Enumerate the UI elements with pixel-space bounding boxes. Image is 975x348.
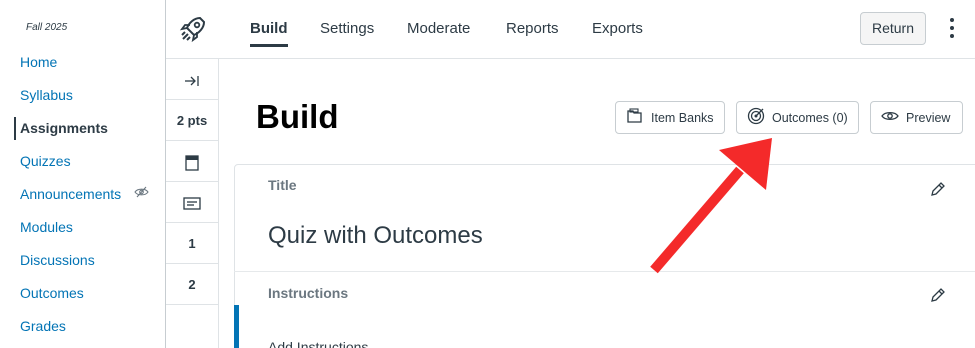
eye-slash-icon: [134, 178, 149, 211]
nav-outcomes[interactable]: Outcomes: [0, 277, 165, 310]
card-divider: [234, 271, 975, 272]
tab-reports[interactable]: Reports: [506, 20, 559, 37]
quiz-topbar: Build Settings Moderate Reports Exports …: [166, 0, 975, 59]
nav-home[interactable]: Home: [0, 46, 165, 79]
points-total: 2 pts: [166, 100, 218, 141]
outcomes-button[interactable]: Outcomes (0): [736, 101, 859, 134]
outcomes-label: Outcomes (0): [772, 110, 848, 125]
quiz-content-card: [234, 164, 975, 348]
tab-build[interactable]: Build: [250, 20, 288, 47]
nav-quizzes[interactable]: Quizzes: [0, 145, 165, 178]
page-title: Build: [256, 98, 339, 135]
instructions-label: Instructions: [268, 285, 349, 301]
quiz-title[interactable]: Quiz with Outcomes: [268, 222, 483, 250]
edit-instructions-pencil-icon[interactable]: [930, 287, 946, 303]
nav-modules[interactable]: Modules: [0, 211, 165, 244]
course-nav-list: Home Syllabus Assignments Quizzes Announ…: [0, 46, 165, 343]
preview-label: Preview: [906, 110, 951, 125]
stimulus-icon[interactable]: [166, 141, 218, 182]
item-banks-button[interactable]: Item Banks: [615, 101, 725, 134]
question-2-link[interactable]: 2: [166, 264, 218, 305]
rocket-icon: [176, 12, 210, 46]
instructions-focus-bar: [234, 305, 239, 348]
title-label: Title: [268, 177, 297, 193]
folder-icon: [626, 108, 651, 127]
nav-syllabus[interactable]: Syllabus: [0, 79, 165, 112]
collapse-arrow-icon[interactable]: [166, 59, 218, 100]
question-1-link[interactable]: 1: [166, 223, 218, 264]
add-instructions-field[interactable]: Add Instructions: [268, 339, 368, 348]
nav-announcements[interactable]: Announcements: [0, 178, 165, 211]
target-icon: [747, 107, 772, 128]
kebab-icon[interactable]: [946, 14, 958, 42]
item-banks-label: Item Banks: [651, 110, 714, 125]
term-label: Fall 2025: [26, 22, 68, 33]
nav-announcements-label: Announcements: [20, 186, 122, 202]
return-button[interactable]: Return: [860, 12, 926, 45]
text-block-icon[interactable]: [166, 182, 218, 223]
edit-title-pencil-icon[interactable]: [930, 181, 946, 197]
course-navigation: Fall 2025 Home Syllabus Assignments Quiz…: [0, 0, 166, 348]
item-sidebar: 2 pts 1 2: [166, 59, 219, 348]
nav-grades[interactable]: Grades: [0, 310, 165, 343]
preview-button[interactable]: Preview: [870, 101, 963, 134]
tab-exports[interactable]: Exports: [592, 20, 643, 37]
quiz-build-page: Fall 2025 Home Syllabus Assignments Quiz…: [0, 0, 975, 348]
eye-icon: [881, 110, 906, 125]
nav-assignments[interactable]: Assignments: [0, 112, 165, 145]
nav-discussions[interactable]: Discussions: [0, 244, 165, 277]
tab-moderate[interactable]: Moderate: [407, 20, 470, 37]
tab-settings[interactable]: Settings: [320, 20, 374, 37]
